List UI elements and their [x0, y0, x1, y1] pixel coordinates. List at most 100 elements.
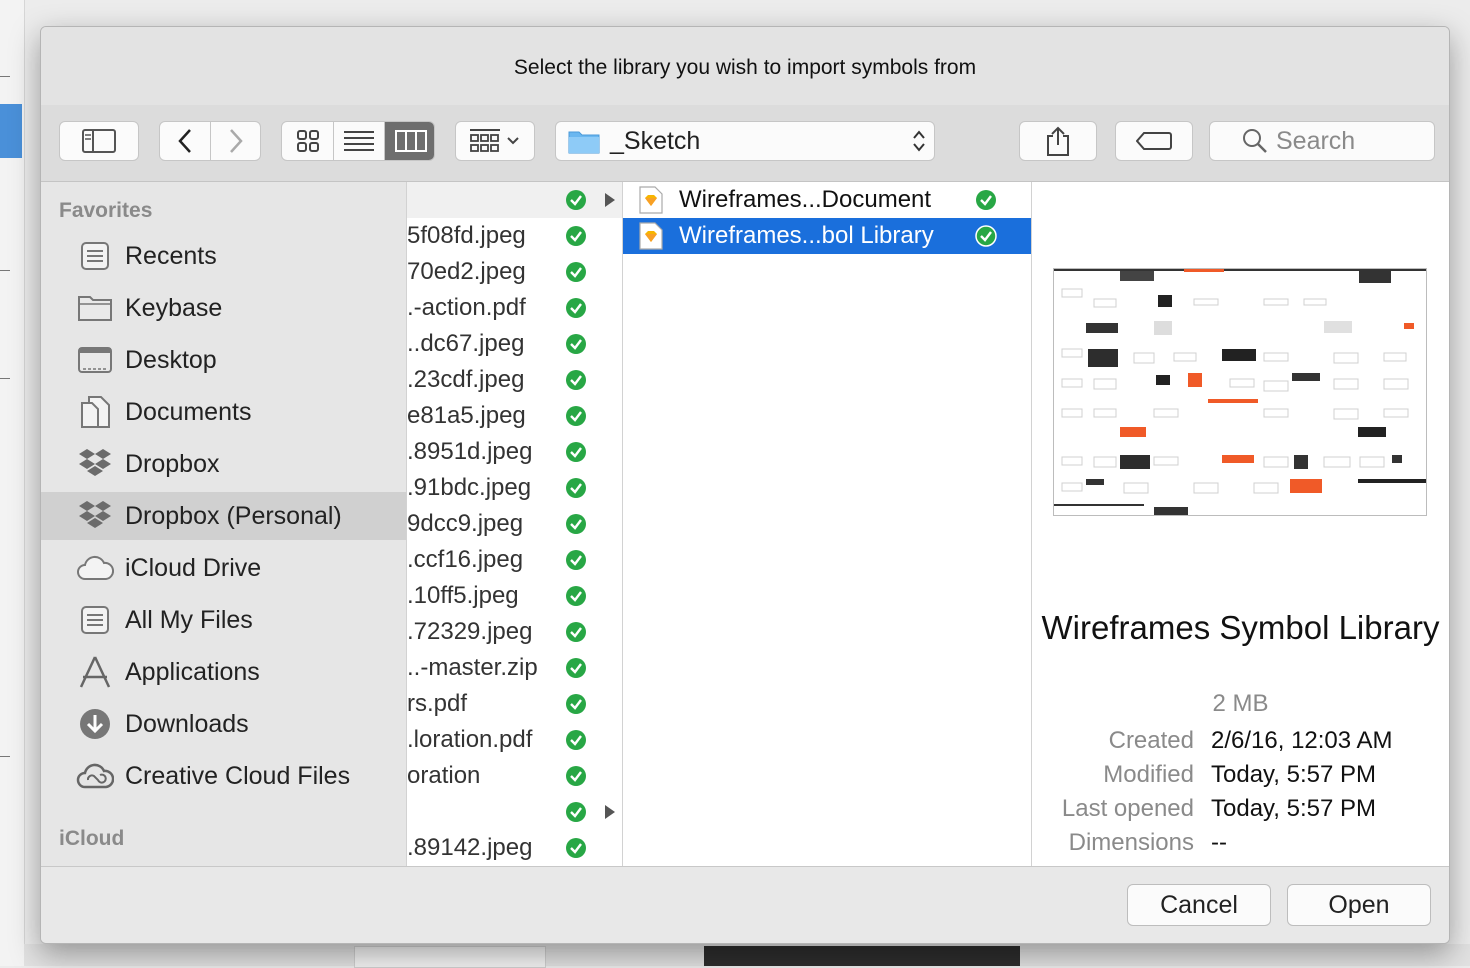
group-menu-button[interactable] — [455, 121, 535, 161]
file-row[interactable]: .91bdc.jpeg — [407, 470, 622, 506]
background-divider — [0, 756, 10, 757]
file-name: e81a5.jpeg — [407, 402, 526, 429]
icon-view-icon — [296, 130, 319, 152]
synced-check-icon — [566, 370, 586, 390]
synced-check-icon — [566, 334, 586, 354]
synced-check-icon — [566, 730, 586, 750]
sidebar-item-label: Keybase — [125, 293, 223, 322]
forward-button[interactable] — [211, 122, 261, 160]
tag-button[interactable] — [1115, 121, 1193, 161]
file-row[interactable]: ..dc67.jpeg — [407, 326, 622, 362]
file-name: 9dcc9.jpeg — [407, 510, 524, 537]
folder-row[interactable] — [407, 794, 622, 830]
file-row[interactable]: .loration.pdf — [407, 722, 622, 758]
back-icon — [178, 129, 191, 153]
synced-check-icon — [566, 694, 586, 714]
meta-label-created: Created — [1108, 727, 1194, 754]
synced-check-icon — [566, 298, 586, 318]
sidebar-item-dropbox[interactable]: Dropbox — [41, 440, 406, 488]
file-row[interactable]: oration — [407, 758, 622, 794]
file-row[interactable]: .-action.pdf — [407, 290, 622, 326]
file-name: .72329.jpeg — [407, 618, 533, 645]
sidebar-item-label: Applications — [125, 657, 260, 686]
file-row[interactable]: .8951d.jpeg — [407, 434, 622, 470]
file-row[interactable]: .72329.jpeg — [407, 614, 622, 650]
sidebar-item-applications[interactable]: Applications — [41, 648, 406, 696]
forward-icon — [230, 129, 243, 153]
open-button[interactable]: Open — [1287, 884, 1431, 926]
back-button[interactable] — [160, 122, 210, 160]
file-row[interactable]: .ccf16.jpeg — [407, 542, 622, 578]
file-name: .23cdf.jpeg — [407, 366, 525, 393]
file-row[interactable]: 5f08fd.jpeg — [407, 218, 622, 254]
file-name: .ccf16.jpeg — [407, 546, 524, 573]
file-row[interactable]: Wireframes...Document — [623, 182, 1031, 218]
file-row-selected[interactable]: Wireframes...bol Library — [623, 218, 1031, 254]
sidebar-item-desktop[interactable]: Desktop — [41, 336, 406, 384]
folder-row[interactable] — [407, 182, 622, 218]
list-view-button[interactable] — [334, 122, 384, 160]
search-field[interactable]: Search — [1209, 121, 1435, 161]
file-row[interactable]: rs.pdf — [407, 686, 622, 722]
file-name: Wireframes...bol Library — [679, 222, 934, 249]
file-row[interactable]: .23cdf.jpeg — [407, 362, 622, 398]
sidebar-item-keybase[interactable]: Keybase — [41, 284, 406, 332]
icloud-header: iCloud — [59, 827, 125, 850]
file-name: .10ff5.jpeg — [407, 582, 519, 609]
updown-arrows-icon — [913, 130, 925, 152]
cancel-button[interactable]: Cancel — [1127, 884, 1271, 926]
background-window-edge — [0, 0, 25, 966]
file-row[interactable]: .89142.jpeg — [407, 830, 622, 866]
file-row[interactable]: ..-master.zip — [407, 650, 622, 686]
file-row[interactable]: e81a5.jpeg — [407, 398, 622, 434]
synced-check-icon — [566, 802, 586, 822]
tag-icon — [1136, 132, 1172, 150]
synced-check-icon — [566, 442, 586, 462]
sidebar-item-label: Documents — [125, 397, 252, 426]
preview-file-size: 2 MB — [1212, 690, 1269, 717]
file-row[interactable]: .10ff5.jpeg — [407, 578, 622, 614]
sidebar-toggle-button[interactable] — [59, 121, 139, 161]
synced-check-icon — [566, 838, 586, 858]
search-placeholder: Search — [1276, 126, 1356, 155]
synced-check-icon — [566, 406, 586, 426]
background-divider — [0, 76, 10, 77]
sidebar-item-recents[interactable]: Recents — [41, 232, 406, 280]
sidebar-item-label: Dropbox (Personal) — [125, 501, 342, 530]
path-popup[interactable]: _Sketch — [555, 121, 935, 161]
file-row[interactable]: 9dcc9.jpeg — [407, 506, 622, 542]
folder-icon — [568, 131, 600, 154]
sidebar-item-documents[interactable]: Documents — [41, 388, 406, 436]
file-name: .-action.pdf — [407, 294, 526, 321]
sidebar-item-label: Creative Cloud Files — [125, 761, 351, 790]
icon-view-button[interactable] — [282, 122, 333, 160]
sidebar-item-dropbox-personal[interactable]: Dropbox (Personal) — [41, 492, 406, 540]
synced-check-icon — [566, 550, 586, 570]
file-name: Wireframes...Document — [679, 186, 932, 213]
background-divider — [0, 378, 10, 379]
sidebar-item-all-my-files[interactable]: All My Files — [41, 596, 406, 644]
sketch-file-icon — [639, 186, 663, 214]
column-view-button[interactable] — [385, 122, 434, 160]
file-name: rs.pdf — [407, 690, 468, 717]
file-name: 5f08fd.jpeg — [407, 222, 526, 249]
file-row[interactable]: 70ed2.jpeg — [407, 254, 622, 290]
meta-value-last-opened: Today, 5:57 PM — [1211, 795, 1376, 822]
file-thumbnail — [1053, 268, 1427, 516]
file-name: .91bdc.jpeg — [407, 474, 532, 501]
search-icon — [1243, 129, 1267, 153]
creative-cloud-icon — [75, 756, 115, 796]
file-name: oration — [407, 762, 481, 789]
sidebar-item-icloud-drive[interactable]: iCloud Drive — [41, 544, 406, 592]
documents-icon — [75, 392, 115, 432]
synced-check-icon — [566, 226, 586, 246]
share-button[interactable] — [1019, 121, 1097, 161]
background-selection — [0, 104, 22, 158]
sidebar-item-creative-cloud-files[interactable]: Creative Cloud Files — [41, 752, 406, 800]
background-panel — [354, 946, 546, 968]
meta-value-modified: Today, 5:57 PM — [1211, 761, 1376, 788]
disclosure-arrow-icon — [605, 805, 615, 819]
sidebar-item-downloads[interactable]: Downloads — [41, 700, 406, 748]
applications-icon — [75, 652, 115, 692]
sidebar-item-label: All My Files — [125, 605, 253, 634]
